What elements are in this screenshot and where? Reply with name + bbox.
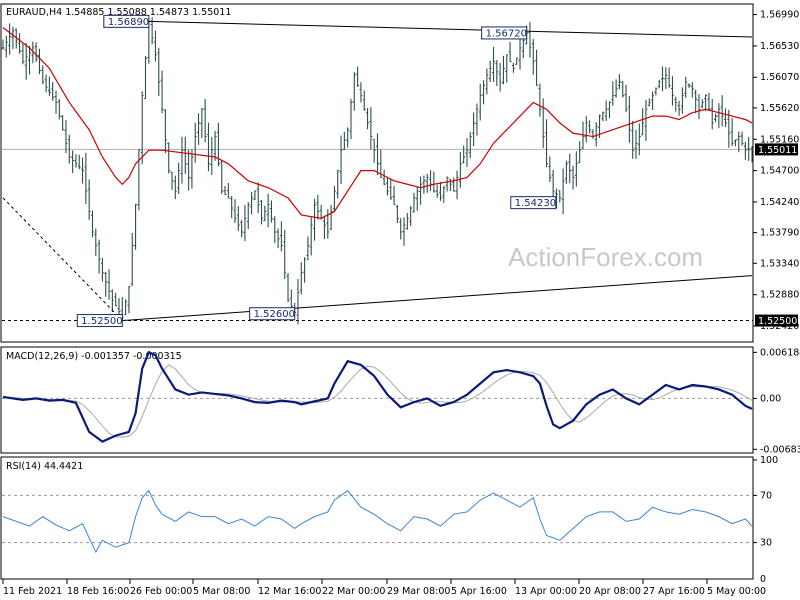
price-y-tick-label: 1.56990: [760, 10, 799, 21]
macd-y-tick-label: -0.006837: [760, 444, 800, 455]
rsi-y-tick-label: 30: [760, 538, 772, 549]
x-tick-label: 20 Apr 08:00: [579, 586, 641, 597]
x-tick-label: 5 May 00:00: [707, 586, 766, 597]
rsi-title: RSI(14) 44.4421: [6, 461, 83, 472]
price-annotation: 1.52500: [76, 314, 123, 328]
svg-text:1.56890: 1.56890: [108, 17, 149, 28]
macd-y-tick-label: 0.00: [760, 393, 781, 404]
rsi-y-tick-label: 100: [760, 455, 778, 466]
price-annotation: 1.54230: [510, 196, 557, 210]
x-tick-label: 12 Mar 16:00: [258, 586, 321, 597]
price-y-tick-label: 1.53340: [760, 258, 799, 269]
price-y-tick-label: 1.54700: [760, 166, 799, 177]
euraud-chart[interactable]: EURAUD,H4 1.54885 1.55088 1.54873 1.5501…: [0, 0, 800, 600]
macd-y-tick-label: 0.006184: [760, 347, 800, 358]
price-y-tick-label: 1.54240: [760, 197, 799, 208]
price-y-tick-label: 1.52880: [760, 290, 799, 301]
price-y-tick-label: 1.55620: [760, 103, 799, 114]
svg-text:1.54230: 1.54230: [515, 198, 556, 209]
svg-text:1.52600: 1.52600: [254, 309, 295, 320]
price-annotation: 1.52600: [249, 307, 296, 321]
watermark: ActionForex.com: [508, 242, 703, 272]
price-y-tick-label: 1.53790: [760, 228, 799, 239]
x-tick-label: 18 Feb 16:00: [67, 586, 129, 597]
x-tick-label: 11 Feb 2021: [3, 586, 62, 597]
rsi-y-tick-label: 70: [760, 490, 772, 501]
current-price-label: 1.55011: [758, 145, 797, 156]
x-tick-label: 13 Apr 00:00: [515, 586, 577, 597]
x-tick-label: 5 Apr 16:00: [451, 586, 507, 597]
x-tick-label: 5 Mar 08:00: [193, 586, 250, 597]
level-price-label: 1.52500: [758, 316, 797, 327]
rsi-y-tick-label: 0: [760, 574, 766, 585]
x-tick-label: 26 Feb 00:00: [130, 586, 192, 597]
x-tick-label: 29 Mar 08:00: [387, 586, 450, 597]
price-annotation: 1.56890: [103, 14, 150, 28]
svg-text:1.52500: 1.52500: [81, 316, 122, 327]
price-y-tick-label: 1.56070: [760, 72, 799, 83]
svg-text:1.56720: 1.56720: [486, 28, 527, 39]
price-y-tick-label: 1.56530: [760, 41, 799, 52]
price-annotation: 1.56720: [481, 26, 528, 40]
x-tick-label: 22 Mar 00:00: [322, 586, 385, 597]
x-tick-label: 27 Apr 16:00: [643, 586, 705, 597]
chart-background: [0, 0, 800, 600]
